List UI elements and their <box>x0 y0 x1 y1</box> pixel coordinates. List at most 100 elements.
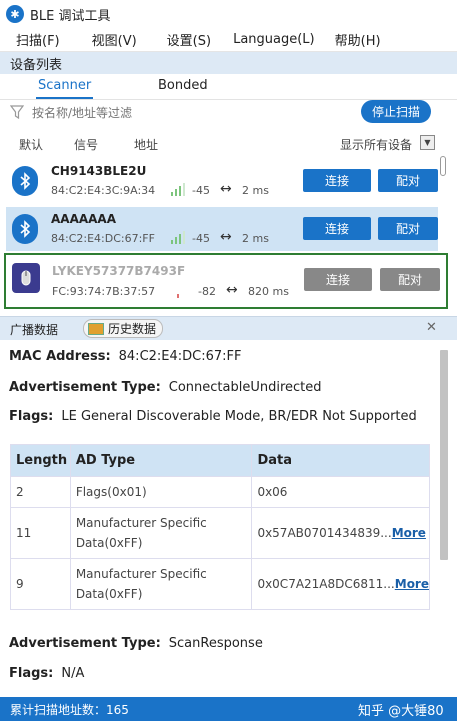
device-list-scrollbar[interactable] <box>440 156 446 176</box>
ad-structure-table: Length AD Type Data 2 Flags(0x01) 0x06 1… <box>10 444 430 610</box>
device-rssi: -82 <box>198 285 216 298</box>
cell-type: Manufacturer Specific Data(0xFF) <box>69 507 253 559</box>
device-tabs: Scanner Bonded <box>0 74 457 100</box>
cell-data-value: 0x0C7A21A8DC6811... <box>257 577 395 591</box>
sort-columns: 默认 信号 地址 显示所有设备 ▼ <box>0 132 457 154</box>
cell-length: 9 <box>10 558 71 610</box>
close-icon[interactable]: ✕ <box>426 320 437 335</box>
device-mac: FC:93:74:7B:37:57 <box>52 285 156 298</box>
pair-button[interactable]: 配对 <box>378 217 438 240</box>
col-ad-type: AD Type <box>69 444 253 477</box>
connect-button[interactable]: 连接 <box>304 268 372 291</box>
menu-help[interactable]: 帮助(H) <box>327 30 389 49</box>
table-row: 2 Flags(0x01) 0x06 <box>10 476 430 508</box>
device-mac: 84:C2:E4:DC:67:FF <box>51 232 155 245</box>
watermark: 知乎 @大锤80 <box>358 704 444 719</box>
signal-strength-icon <box>171 231 185 244</box>
device-rssi: -45 <box>192 184 210 197</box>
flags2-label: Flags: <box>9 666 54 681</box>
stop-scan-button[interactable]: 停止扫描 <box>361 100 431 123</box>
cell-data: 0x06 <box>251 476 430 508</box>
menu-view[interactable]: 视图(V) <box>84 30 145 49</box>
cell-type: Manufacturer Specific Data(0xFF) <box>69 558 253 610</box>
more-link[interactable]: More <box>392 526 426 540</box>
adv-type2-label: Advertisement Type: <box>9 636 161 651</box>
cell-length: 11 <box>10 507 71 559</box>
cell-length: 2 <box>10 476 71 508</box>
menu-settings[interactable]: 设置(S) <box>159 30 219 49</box>
interval-arrow-icon: ↔ <box>220 181 232 197</box>
device-interval: 2 ms <box>242 184 269 197</box>
adv-type-row: Advertisement Type: ConnectableUndirected <box>9 380 322 395</box>
col-data: Data <box>251 444 430 477</box>
tab-history-data[interactable]: 历史数据 <box>83 319 164 338</box>
flags2-value: N/A <box>61 666 85 681</box>
tab-broadcast-data[interactable]: 广播数据 <box>10 321 58 338</box>
title-bar: ✱ BLE 调试工具 <box>0 0 457 28</box>
connect-button[interactable]: 连接 <box>303 169 371 192</box>
cell-type: Flags(0x01) <box>69 476 253 508</box>
pair-button[interactable]: 配对 <box>378 169 438 192</box>
device-name: AAAAAAA <box>51 212 117 226</box>
adv-type2-value: ScanResponse <box>168 636 263 651</box>
flags-row: Flags: LE General Discoverable Mode, BR/E… <box>9 409 417 424</box>
signal-strength-icon <box>171 183 185 196</box>
device-rssi: -45 <box>192 232 210 245</box>
flags-value: LE General Discoverable Mode, BR/EDR Not… <box>61 409 417 424</box>
cell-data: 0x57AB0701434839...More <box>251 507 430 559</box>
bluetooth-app-icon: ✱ <box>6 5 24 23</box>
cell-data-value: 0x57AB0701434839... <box>257 526 392 540</box>
device-name: CH9143BLE2U <box>51 164 147 178</box>
scan-count: 累计扫描地址数：165 <box>10 702 129 717</box>
signal-strength-icon <box>177 294 179 298</box>
tab-scanner[interactable]: Scanner <box>36 77 94 99</box>
device-interval: 2 ms <box>242 232 269 245</box>
window-title: BLE 调试工具 <box>30 8 111 24</box>
pair-button[interactable]: 配对 <box>380 268 440 291</box>
detail-tabs: 广播数据 历史数据 ✕ <box>0 316 457 340</box>
adv-type-label: Advertisement Type: <box>9 380 161 395</box>
bluetooth-icon <box>12 214 38 244</box>
history-icon <box>88 322 104 335</box>
filter-input[interactable] <box>32 103 332 123</box>
device-mac: 84:C2:E4:3C:9A:34 <box>51 184 156 197</box>
adv-type-value: ConnectableUndirected <box>168 380 322 395</box>
device-interval: 820 ms <box>248 285 289 298</box>
flags2-row: Flags: N/A <box>9 666 84 681</box>
detail-scrollbar-thumb[interactable] <box>440 350 448 560</box>
interval-arrow-icon: ↔ <box>220 229 232 245</box>
device-row[interactable]: CH9143BLE2U 84:C2:E4:3C:9A:34 -45 ↔ 2 ms… <box>6 159 438 203</box>
chevron-down-icon[interactable]: ▼ <box>420 135 435 150</box>
bluetooth-icon <box>12 166 38 196</box>
cell-data: 0x0C7A21A8DC6811...More <box>251 558 430 610</box>
show-all-devices-label[interactable]: 显示所有设备 <box>340 136 412 153</box>
advertisement-detail: MAC Address: 84:C2:E4:DC:67:FF Advertisem… <box>0 340 437 697</box>
sort-default[interactable]: 默认 <box>19 136 43 153</box>
sort-address[interactable]: 地址 <box>134 136 158 153</box>
adv-type2-row: Advertisement Type: ScanResponse <box>9 636 263 651</box>
device-row[interactable]: AAAAAAA 84:C2:E4:DC:67:FF -45 ↔ 2 ms 连接 … <box>6 207 438 251</box>
table-row: 9 Manufacturer Specific Data(0xFF) 0x0C7… <box>10 558 430 610</box>
device-row[interactable]: LYKEY57377B7493F FC:93:74:7B:37:57 -82 ↔… <box>4 253 448 309</box>
device-name: LYKEY57377B7493F <box>52 264 186 278</box>
table-row: 11 Manufacturer Specific Data(0xFF) 0x57… <box>10 507 430 559</box>
status-bar: 累计扫描地址数：165 知乎 @大锤80 <box>0 697 457 721</box>
flags-label: Flags: <box>9 409 54 424</box>
menu-bar: 扫描(F) 视图(V) 设置(S) Language(L) 帮助(H) <box>0 28 457 52</box>
tab-bonded[interactable]: Bonded <box>158 77 208 99</box>
menu-scan[interactable]: 扫描(F) <box>8 30 68 49</box>
tab-history-label: 历史数据 <box>108 322 157 336</box>
device-list-header: 设备列表 <box>0 52 457 74</box>
filter-icon <box>10 105 24 120</box>
sort-signal[interactable]: 信号 <box>74 136 98 153</box>
detail-scrollbar[interactable] <box>439 350 449 690</box>
cell-data-value: 0x06 <box>257 485 288 499</box>
col-length: Length <box>10 444 71 477</box>
more-link[interactable]: More <box>395 577 429 591</box>
menu-language[interactable]: Language(L) <box>225 32 323 47</box>
mac-row: MAC Address: 84:C2:E4:DC:67:FF <box>9 349 242 364</box>
mac-value: 84:C2:E4:DC:67:FF <box>118 349 242 364</box>
connect-button[interactable]: 连接 <box>303 217 371 240</box>
interval-arrow-icon: ↔ <box>226 282 238 298</box>
mac-label: MAC Address: <box>9 349 111 364</box>
